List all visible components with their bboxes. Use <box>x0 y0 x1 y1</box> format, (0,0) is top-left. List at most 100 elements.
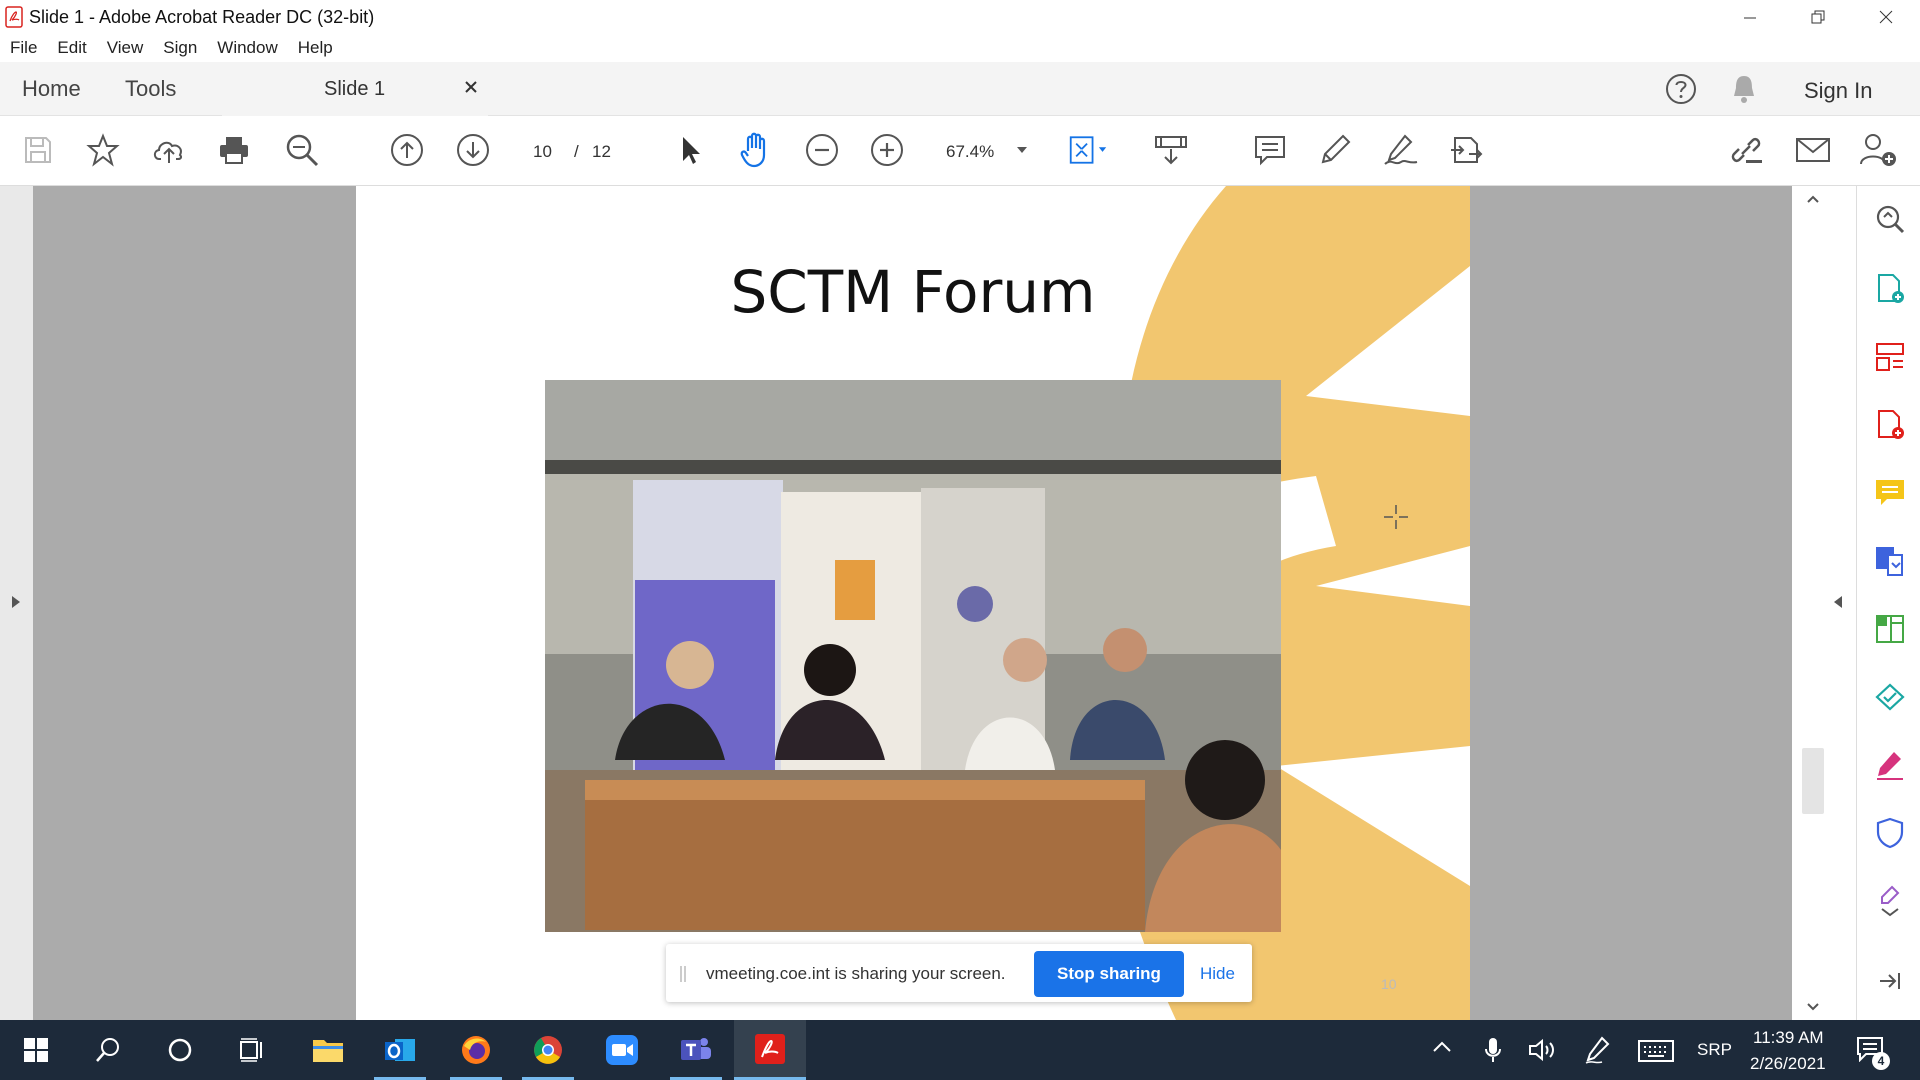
clock-date[interactable]: 2/26/2021 <box>1750 1054 1826 1074</box>
next-page-button[interactable] <box>453 130 493 170</box>
show-hidden-icons-button[interactable] <box>1432 1040 1452 1054</box>
task-view-button[interactable] <box>216 1020 288 1080</box>
folder-icon <box>313 1040 343 1062</box>
scroll-up-button[interactable] <box>1806 194 1820 204</box>
tab-tools[interactable]: Tools <box>125 76 176 102</box>
zoom-out-button[interactable] <box>802 130 842 170</box>
zoom-app-button[interactable] <box>586 1020 658 1080</box>
scroll-down-button[interactable] <box>1806 1002 1820 1012</box>
caret-left-icon <box>1834 596 1842 608</box>
scroll-thumb[interactable] <box>1802 748 1824 814</box>
crosshair-icon <box>1384 505 1408 529</box>
envelope-icon <box>1796 138 1830 162</box>
outlook-button[interactable] <box>364 1020 436 1080</box>
restore-button[interactable] <box>1784 0 1852 34</box>
vertical-scrollbar[interactable] <box>1792 186 1856 1020</box>
bookmark-button[interactable] <box>83 130 123 170</box>
export-pdf-tool[interactable] <box>1873 272 1907 306</box>
drag-handle[interactable] <box>680 966 686 982</box>
sharing-message: vmeeting.coe.int is sharing your screen. <box>706 964 1006 983</box>
create-pdf-icon <box>1878 410 1904 439</box>
zoom-level-input[interactable]: 67.4% <box>946 142 994 162</box>
acrobat-taskbar-button[interactable] <box>734 1020 806 1080</box>
help-button[interactable] <box>1664 72 1698 106</box>
expand-right-panel-button[interactable] <box>1832 594 1844 610</box>
fill-sign-button[interactable] <box>1381 130 1421 170</box>
collapse-panel-button[interactable] <box>1873 964 1907 998</box>
current-page-input[interactable]: 10 <box>533 142 552 162</box>
clock-time[interactable]: 11:39 AM <box>1753 1028 1824 1048</box>
comment-button[interactable] <box>1250 130 1290 170</box>
link-icon <box>1731 138 1762 163</box>
scroll-mode-button[interactable] <box>1151 130 1191 170</box>
sign-in-button[interactable]: Sign In <box>1804 78 1873 104</box>
combine-files-tool[interactable] <box>1873 544 1907 578</box>
file-explorer-button[interactable] <box>292 1020 364 1080</box>
hide-banner-button[interactable]: Hide <box>1200 964 1235 984</box>
firefox-icon <box>462 1036 490 1064</box>
comment-tool[interactable] <box>1873 476 1907 510</box>
chrome-button[interactable] <box>512 1020 584 1080</box>
organize-pages-tool[interactable] <box>1873 340 1907 374</box>
more-tools-panel-button[interactable] <box>1873 884 1907 918</box>
email-button[interactable] <box>1793 130 1833 170</box>
crosshair-cursor <box>1384 505 1408 529</box>
minimize-button[interactable] <box>1716 0 1784 34</box>
create-pdf-tool[interactable] <box>1873 408 1907 442</box>
menu-help[interactable]: Help <box>298 38 333 58</box>
share-link-button[interactable] <box>1726 130 1766 170</box>
enhance-scans-tool[interactable] <box>1873 202 1907 236</box>
outlook-icon <box>385 1039 415 1061</box>
hand-tool-button[interactable] <box>736 130 776 170</box>
tools-icon <box>1451 137 1483 163</box>
menu-window[interactable]: Window <box>217 38 277 58</box>
microphone-button[interactable] <box>1484 1036 1502 1064</box>
print-icon <box>220 137 248 164</box>
select-tool-button[interactable] <box>670 130 710 170</box>
zoom-dropdown-button[interactable] <box>1002 130 1042 170</box>
menu-view[interactable]: View <box>107 38 144 58</box>
menu-edit[interactable]: Edit <box>57 38 86 58</box>
search-button[interactable] <box>72 1020 144 1080</box>
window-title: Slide 1 - Adobe Acrobat Reader DC (32-bi… <box>29 6 375 27</box>
share-user-button[interactable] <box>1858 130 1898 170</box>
fill-sign-icon <box>1877 752 1903 780</box>
restore-icon <box>1811 10 1825 24</box>
language-indicator[interactable]: SRP <box>1697 1040 1732 1060</box>
tab-document[interactable]: Slide 1 <box>222 62 488 116</box>
protect-tool[interactable] <box>1873 816 1907 850</box>
zoom-in-button[interactable] <box>867 130 907 170</box>
firefox-button[interactable] <box>440 1020 512 1080</box>
stop-sharing-button[interactable]: Stop sharing <box>1034 951 1184 997</box>
close-tab-button[interactable] <box>464 80 478 94</box>
comment-yellow-icon <box>1876 480 1904 505</box>
star-icon <box>86 133 120 167</box>
close-window-button[interactable] <box>1852 0 1920 34</box>
volume-button[interactable] <box>1528 1038 1556 1062</box>
print-button[interactable] <box>214 130 254 170</box>
fill-sign-tool[interactable] <box>1873 748 1907 782</box>
previous-page-button[interactable] <box>387 130 427 170</box>
scan-ocr-tool[interactable] <box>1873 680 1907 714</box>
teams-icon <box>681 1038 711 1060</box>
fit-page-button[interactable] <box>1068 130 1108 170</box>
edit-pdf-tool[interactable] <box>1873 612 1907 646</box>
teams-button[interactable] <box>660 1020 732 1080</box>
tab-home[interactable]: Home <box>22 76 81 102</box>
find-zoom-button[interactable] <box>282 130 322 170</box>
expand-left-panel-button[interactable] <box>10 594 22 610</box>
upload-cloud-button[interactable] <box>149 130 189 170</box>
pen-workspace-button[interactable] <box>1584 1036 1610 1064</box>
highlight-button[interactable] <box>1315 130 1355 170</box>
left-panel-collapsed <box>0 186 33 1020</box>
start-button[interactable] <box>0 1020 72 1080</box>
save-button[interactable] <box>18 130 58 170</box>
total-pages: 12 <box>592 142 611 161</box>
menu-sign[interactable]: Sign <box>163 38 197 58</box>
more-tools-button[interactable] <box>1447 130 1487 170</box>
notifications-button[interactable] <box>1728 72 1760 106</box>
menu-file[interactable]: File <box>10 38 37 58</box>
cortana-button[interactable] <box>144 1020 216 1080</box>
caret-right-icon <box>12 596 20 608</box>
touch-keyboard-button[interactable] <box>1638 1040 1674 1062</box>
